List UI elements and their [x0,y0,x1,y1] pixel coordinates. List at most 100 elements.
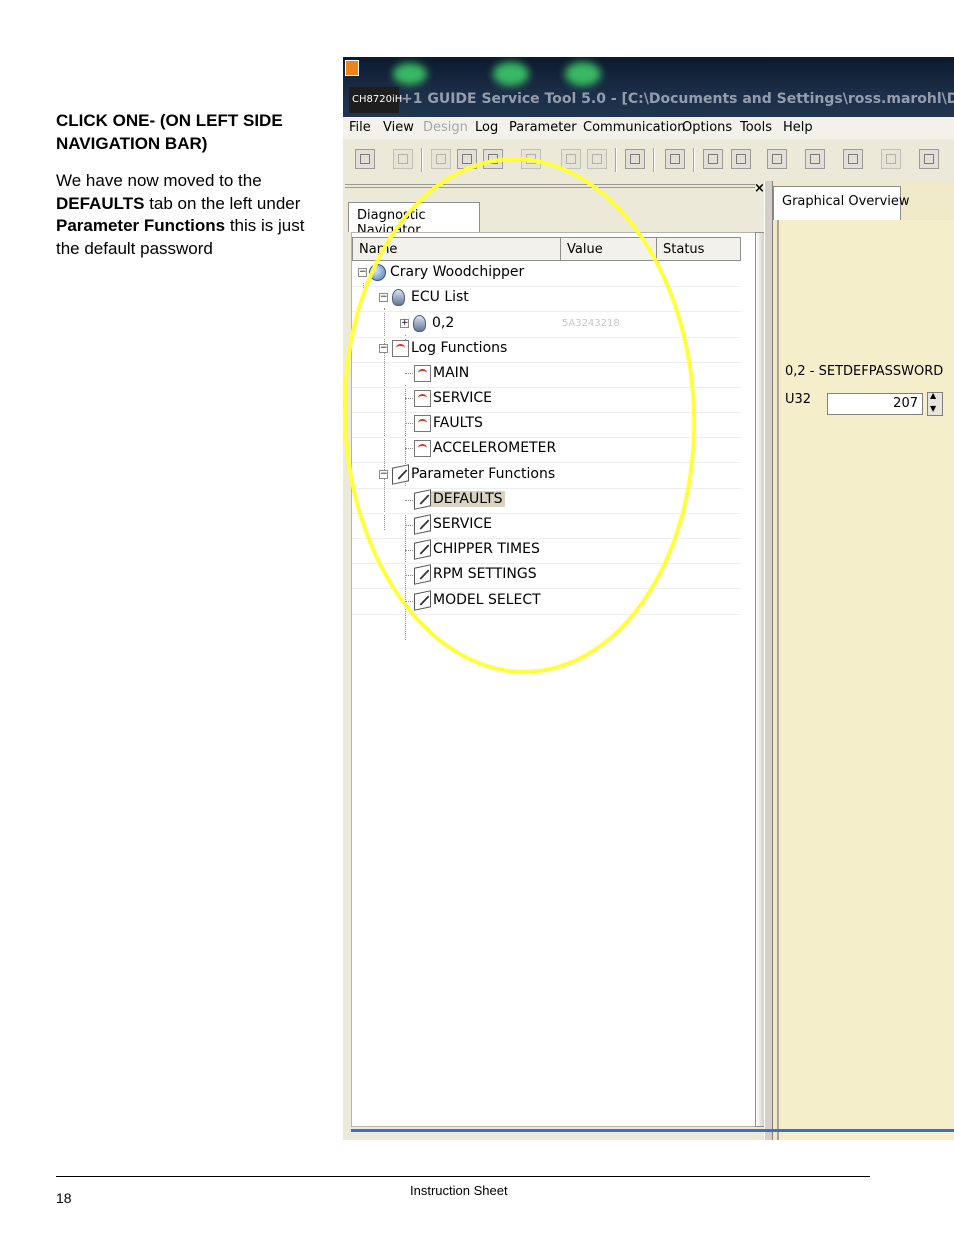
search-icon[interactable] [625,149,645,169]
tree-node-ecu-list[interactable]: − ECU List [352,286,741,312]
app-icon [345,60,359,76]
download-icon[interactable] [881,149,901,169]
expand-icon[interactable]: + [400,319,409,328]
tree-node-log-functions[interactable]: − Log Functions [352,337,741,363]
title-bar: CH8720iH +1 GUIDE Service Tool 5.0 - [C:… [343,57,954,119]
toolbar [343,142,954,176]
taskbar-glow [565,62,601,86]
pane-splitter[interactable] [764,181,773,1140]
parameter-value-input[interactable]: 207 [827,393,923,415]
tree-node-parameter-functions[interactable]: − Parameter Functions [352,463,741,489]
tree-label: RPM SETTINGS [433,566,537,582]
upload-icon[interactable] [843,149,863,169]
ecu-icon[interactable] [587,149,607,169]
toolbar-separator [693,148,695,172]
collapse-icon[interactable]: − [379,344,388,353]
tree-node-log-accelerometer[interactable]: ACCELEROMETER [352,437,741,463]
collapse-icon[interactable]: − [358,268,367,277]
globe-icon [369,264,386,281]
layout-icon[interactable] [665,149,685,169]
ecu-icon[interactable] [561,149,581,169]
menu-tools[interactable]: Tools [740,120,772,135]
menu-options[interactable]: Options [682,120,732,135]
value-spinner[interactable] [927,391,943,416]
tree-node-log-faults[interactable]: FAULTS [352,412,741,438]
tree-node-root[interactable]: − Crary Woodchipper [352,261,741,287]
tree-label: Crary Woodchipper [390,264,525,280]
document-label: CH8720iH [349,87,402,113]
parameter-title: 0,2 - SETDEFPASSWORD [785,364,944,379]
pane-grip[interactable] [345,184,755,190]
tree-header: Name Value Status [352,237,741,261]
instruction-text: We have now moved to the DEFAULTS tab on… [56,170,331,260]
tree-label-selected: DEFAULTS [431,491,505,507]
gauge-icon [414,415,431,432]
tree-label: Log Functions [411,340,508,356]
footer-divider [56,1176,870,1177]
tree-node-log-service[interactable]: SERVICE [352,387,741,413]
status-divider [351,1129,954,1132]
instructions: CLICK ONE- (ON LEFT SIDE NAVIGATION BAR)… [56,110,331,260]
menu-design[interactable]: Design [423,120,468,135]
tree-node-chipper-times[interactable]: CHIPPER TIMES [352,538,741,564]
taskbar-glow [393,63,427,85]
tree-label: SERVICE [433,516,493,532]
toolbar-separator [653,148,655,172]
pencil-icon [414,514,431,535]
tree-node-rpm-settings[interactable]: RPM SETTINGS [352,563,741,589]
pencil-icon [414,590,431,611]
taskbar-glow [493,62,529,86]
tree-node-defaults[interactable]: DEFAULTS [352,488,741,514]
edit-icon[interactable] [521,149,541,169]
folder-icon[interactable] [457,149,477,169]
copy-icon[interactable] [805,149,825,169]
tree-label: CHIPPER TIMES [433,541,540,557]
tree-label: ECU List [411,289,469,305]
tab-graphical-overview[interactable]: Graphical Overview [773,186,910,220]
menu-parameter[interactable]: Parameter [509,120,577,135]
column-status[interactable]: Status [663,242,704,257]
toolbar-separator [421,148,423,172]
tree-node-log-main[interactable]: MAIN [352,362,741,388]
print-icon[interactable] [393,149,413,169]
ecu-serial-value: 5A32432​18 [562,318,620,329]
new-icon[interactable] [431,149,451,169]
tree-node-model-select[interactable]: MODEL SELECT [352,589,741,615]
menu-communication[interactable]: Communication [583,120,685,135]
clock-icon[interactable] [767,149,787,169]
menu-log[interactable]: Log [475,120,498,135]
menu-view[interactable]: View [383,120,414,135]
collapse-icon[interactable]: − [379,293,388,302]
pencil-icon [414,564,431,585]
tree-label: ACCELEROMETER [433,440,557,456]
save-icon[interactable] [483,149,503,169]
column-value[interactable]: Value [567,242,603,257]
menu-file[interactable]: File [349,120,371,135]
graphical-overview-body: 0,2 - SETDEFPASSWORD U32 207 [777,220,954,1140]
open-icon[interactable] [355,149,375,169]
pencil-icon [392,464,409,485]
ecu-icon [413,315,426,332]
tree-node-ecu[interactable]: + 0,2 5A32432​18 [352,312,741,338]
pencil-icon [414,489,431,510]
tree-label: FAULTS [433,415,483,431]
collapse-icon[interactable]: − [379,470,388,479]
footer-title: Instruction Sheet [410,1183,508,1198]
tree-node-param-service[interactable]: SERVICE [352,513,741,539]
tree-label: MAIN [433,365,470,381]
menu-help[interactable]: Help [783,120,813,135]
export-icon[interactable] [919,149,939,169]
parameter-type: U32 [785,392,812,407]
tree-label: SERVICE [433,390,493,406]
defaults-emphasis: DEFAULTS [56,193,145,213]
stop-icon[interactable] [731,149,751,169]
gauge-icon [392,340,409,357]
ecu-icon [392,289,405,306]
column-name[interactable]: Name [359,242,397,257]
play-icon[interactable] [703,149,723,169]
tree-label: MODEL SELECT [433,592,541,608]
toolbar-separator [615,148,617,172]
graphical-overview-pane: Graphical Overview 0,2 - SETDEFPASSWORD … [773,181,954,1140]
text-part: tab on the left under [144,193,301,213]
tab-diagnostic-navigator[interactable]: Diagnostic Navigator [348,202,480,238]
